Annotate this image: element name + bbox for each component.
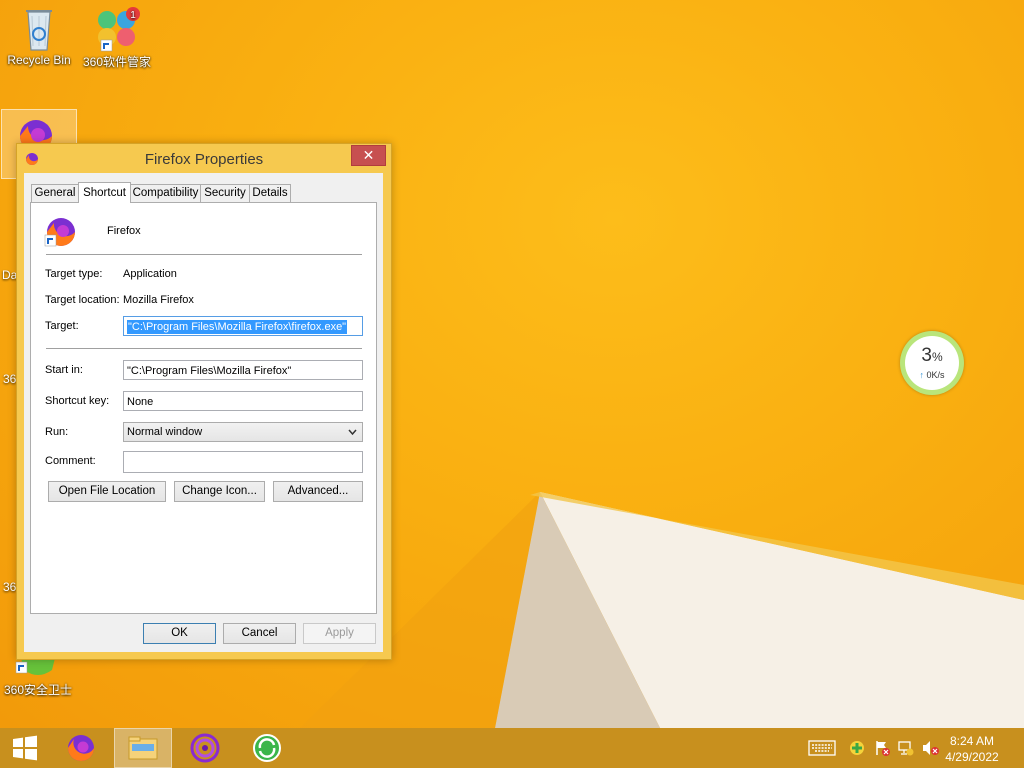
separator	[46, 254, 362, 255]
change-icon-button[interactable]: Change Icon...	[174, 481, 265, 502]
windows-logo-icon	[13, 735, 37, 761]
tab-security[interactable]: Security	[200, 184, 250, 202]
360-software-manager-label: 360软件管家	[82, 55, 152, 69]
action-center-flag-icon[interactable]	[874, 740, 890, 756]
clock-time: 8:24 AM	[949, 734, 995, 748]
clock[interactable]: 8:24 AM 4/29/2022	[942, 733, 1002, 765]
taskbar-file-explorer[interactable]	[114, 728, 172, 768]
widget-face: 3% ↑ 0K/s	[905, 336, 959, 390]
network-speed: ↑ 0K/s	[905, 370, 959, 380]
shortcut-name: Firefox	[107, 225, 141, 237]
target-input-selected-text: "C:\Program Files\Mozilla Firefox\firefo…	[127, 320, 348, 334]
recycle-bin-desktop-icon[interactable]: Recycle Bin	[1, 6, 77, 67]
firefox-shortcut-icon	[44, 218, 75, 247]
recycle-bin-icon	[26, 10, 52, 51]
target-label: Target:	[45, 320, 79, 332]
run-select-value: Normal window	[127, 426, 203, 438]
360-safe-guard-label: 360安全卫士	[3, 683, 73, 697]
upload-arrow-icon: ↑	[919, 370, 924, 380]
dialog-title: Firefox Properties	[144, 151, 264, 168]
open-file-location-button[interactable]: Open File Location	[48, 481, 166, 502]
close-button[interactable]: ✕	[351, 145, 386, 166]
target-location-value: Mozilla Firefox	[123, 294, 194, 306]
target-input[interactable]: "C:\Program Files\Mozilla Firefox\firefo…	[123, 316, 363, 336]
taskbar-purple-app[interactable]	[176, 728, 234, 768]
dialog-client-area: General Shortcut Compatibility Security …	[24, 173, 383, 652]
360-guard-tray-icon[interactable]	[849, 740, 865, 756]
start-button[interactable]	[0, 728, 50, 768]
360-browser-icon	[253, 734, 281, 762]
keyboard-icon[interactable]	[808, 740, 836, 756]
notification-badge: 1	[130, 10, 136, 21]
chevron-down-icon	[348, 423, 357, 448]
comment-input[interactable]	[123, 451, 363, 473]
volume-muted-icon[interactable]	[922, 740, 940, 756]
folder-icon	[128, 736, 158, 760]
tab-general[interactable]: General	[31, 184, 79, 202]
advanced-button[interactable]: Advanced...	[273, 481, 363, 502]
taskbar: 8:24 AM 4/29/2022	[0, 728, 1024, 768]
close-icon: ✕	[362, 147, 375, 163]
start-in-input[interactable]: "C:\Program Files\Mozilla Firefox"	[123, 360, 363, 380]
cpu-percent-value: 3	[921, 345, 932, 366]
tab-details[interactable]: Details	[249, 184, 291, 202]
taskbar-firefox[interactable]	[52, 728, 110, 768]
comment-label: Comment:	[45, 455, 96, 467]
network-speed-value: 0K/s	[926, 370, 945, 380]
cpu-percent: 3%	[905, 345, 959, 367]
network-icon[interactable]	[898, 740, 914, 756]
shortcut-key-input[interactable]: None	[123, 391, 363, 411]
shortcut-tab-panel: Firefox Target type: Application Target …	[30, 202, 377, 614]
target-type-value: Application	[123, 268, 177, 280]
desktop-icon-partial-label: 36	[3, 372, 17, 386]
clock-date: 4/29/2022	[945, 750, 999, 764]
start-in-label: Start in:	[45, 364, 83, 376]
recycle-bin-label: Recycle Bin	[7, 53, 71, 67]
run-label: Run:	[45, 426, 69, 438]
desktop-icon-partial-label: 36	[3, 580, 17, 594]
taskbar-360-browser[interactable]	[238, 728, 296, 768]
ok-button[interactable]: OK	[143, 623, 216, 644]
tab-compatibility[interactable]: Compatibility	[130, 184, 201, 202]
run-select[interactable]: Normal window	[123, 422, 363, 442]
cancel-button[interactable]: Cancel	[223, 623, 296, 644]
ring-app-icon	[190, 733, 220, 763]
target-location-label: Target location:	[45, 294, 120, 306]
360-software-manager-icon: 1	[98, 7, 140, 52]
firefox-icon	[68, 735, 94, 761]
firefox-properties-dialog: Firefox Properties ✕ General Shortcut Co…	[16, 143, 392, 660]
shortcut-key-label: Shortcut key:	[45, 395, 110, 407]
360-software-manager-desktop-icon[interactable]: 1 360软件管家	[79, 6, 155, 70]
network-speed-widget[interactable]: 3% ↑ 0K/s	[900, 331, 964, 395]
tab-shortcut[interactable]: Shortcut	[78, 182, 131, 203]
target-type-label: Target type:	[45, 268, 103, 280]
dialog-titlebar[interactable]: Firefox Properties ✕	[17, 144, 391, 173]
apply-button[interactable]: Apply	[303, 623, 376, 644]
cpu-percent-unit: %	[931, 350, 943, 364]
separator	[46, 348, 362, 349]
